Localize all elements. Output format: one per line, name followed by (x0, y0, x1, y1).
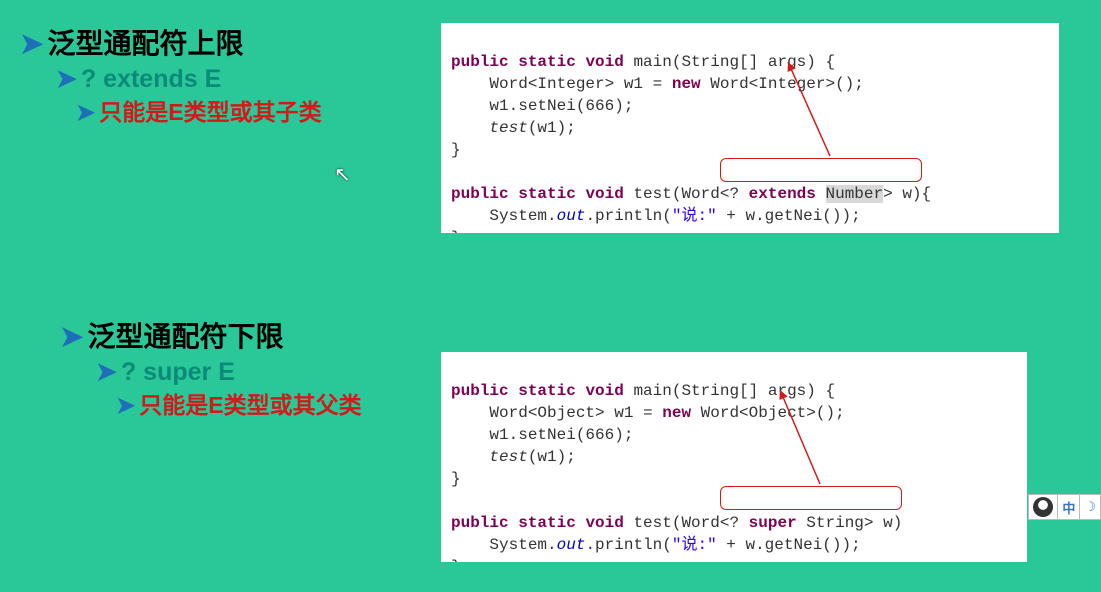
moon-icon[interactable]: ☽ (1079, 494, 1101, 520)
code-token: test (489, 448, 527, 466)
code-token: .println( (585, 536, 671, 554)
code-token: new (662, 404, 691, 422)
upper-code-block: public static void main(String[] args) {… (441, 23, 1059, 233)
status-tray: 中 ☽ (1029, 494, 1101, 520)
code-token: Number (826, 185, 884, 203)
code-token: "说:" (672, 536, 717, 554)
lower-title-line: ➤ 泛型通配符下限 (60, 318, 362, 356)
code-token: public (451, 382, 509, 400)
lower-line3: ➤ 只能是E类型或其父类 (116, 390, 362, 421)
upper-title-line: ➤ 泛型通配符上限 (20, 25, 322, 63)
code-token: } (451, 141, 461, 159)
chevron-right-icon: ➤ (20, 25, 43, 63)
code-token: extends (749, 185, 816, 203)
code-token: void (585, 53, 623, 71)
upper-bullets: ➤ 泛型通配符上限 ➤ ? extends E ➤ 只能是E类型或其子类 (20, 25, 322, 128)
code-token: public (451, 514, 509, 532)
upper-line2-text: ? extends E (81, 63, 221, 97)
upper-line2: ➤ ? extends E (56, 63, 322, 97)
mouse-cursor-icon: ↖ (334, 162, 351, 187)
code-token: } (451, 558, 461, 562)
code-token: > w){ (883, 185, 931, 203)
upper-line3-text: 只能是E类型或其子类 (99, 97, 321, 128)
lower-line2: ➤ ? super E (96, 356, 362, 390)
lower-code-block: public static void main(String[] args) {… (441, 352, 1027, 562)
code-token: out (557, 536, 586, 554)
code-token: "说:" (672, 207, 717, 225)
chevron-right-icon: ➤ (60, 318, 83, 356)
code-token: out (557, 207, 586, 225)
code-token: static (518, 382, 576, 400)
code-token: w1.setNei(666); (451, 97, 633, 115)
code-token: main(String[] args) { (624, 53, 835, 71)
code-token: public (451, 53, 509, 71)
code-token: static (518, 514, 576, 532)
upper-line3: ➤ 只能是E类型或其子类 (76, 97, 322, 128)
code-token: main(String[] args) { (624, 382, 835, 400)
code-token: System. (451, 536, 557, 554)
code-token: static (518, 53, 576, 71)
chevron-right-icon: ➤ (56, 63, 77, 97)
code-token: Word<Integer>(); (701, 75, 864, 93)
code-token: } (451, 470, 461, 488)
lower-line3-text: 只能是E类型或其父类 (139, 390, 361, 421)
code-token: test(Word<? (624, 514, 749, 532)
lower-title: 泛型通配符下限 (87, 318, 283, 356)
code-token: void (585, 382, 623, 400)
chevron-right-icon: ➤ (96, 356, 117, 390)
lower-line2-text: ? super E (121, 356, 235, 390)
code-token: static (518, 185, 576, 203)
code-token: w1.setNei(666); (451, 426, 633, 444)
code-token: void (585, 514, 623, 532)
code-token: String> w) (797, 514, 903, 532)
code-token: test (489, 119, 527, 137)
code-token: Word<Object> w1 = (451, 404, 662, 422)
ime-indicator[interactable]: 中 (1057, 494, 1080, 520)
code-token: Word<Object>(); (691, 404, 845, 422)
code-token: new (672, 75, 701, 93)
code-token: super (749, 514, 797, 532)
chevron-right-icon: ➤ (76, 97, 95, 128)
code-token: public (451, 185, 509, 203)
code-token: Word<Integer> w1 = (451, 75, 672, 93)
qq-penguin-icon[interactable] (1028, 494, 1058, 520)
lower-bullets: ➤ 泛型通配符下限 ➤ ? super E ➤ 只能是E类型或其父类 (60, 318, 362, 421)
code-token: System. (451, 207, 557, 225)
code-token: + w.getNei()); (717, 207, 861, 225)
code-token (816, 185, 826, 203)
upper-title: 泛型通配符上限 (47, 25, 243, 63)
code-token: void (585, 185, 623, 203)
chevron-right-icon: ➤ (116, 390, 135, 421)
code-token: + w.getNei()); (717, 536, 861, 554)
code-token: test(Word<? (624, 185, 749, 203)
code-token: .println( (585, 207, 671, 225)
code-token: } (451, 229, 461, 233)
